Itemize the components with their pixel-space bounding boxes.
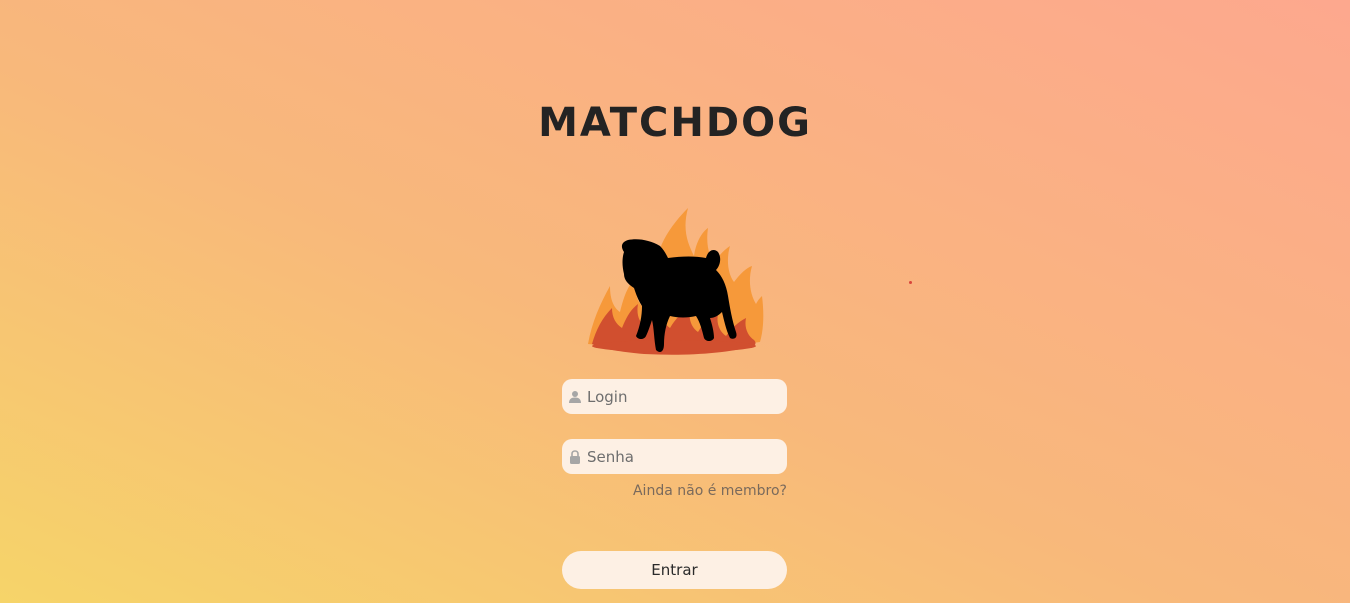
logo	[584, 204, 766, 358]
signup-link[interactable]: Ainda não é membro?	[633, 483, 787, 499]
password-field[interactable]	[562, 439, 787, 474]
login-field[interactable]	[562, 379, 787, 414]
red-dot	[909, 281, 912, 284]
password-input[interactable]	[587, 439, 782, 474]
app-title: MATCHDOG	[538, 100, 812, 146]
user-icon	[569, 390, 581, 404]
login-button[interactable]: Entrar	[562, 551, 787, 589]
login-input[interactable]	[587, 379, 782, 414]
lock-icon	[569, 450, 581, 464]
pug-on-fire-icon	[588, 208, 764, 355]
